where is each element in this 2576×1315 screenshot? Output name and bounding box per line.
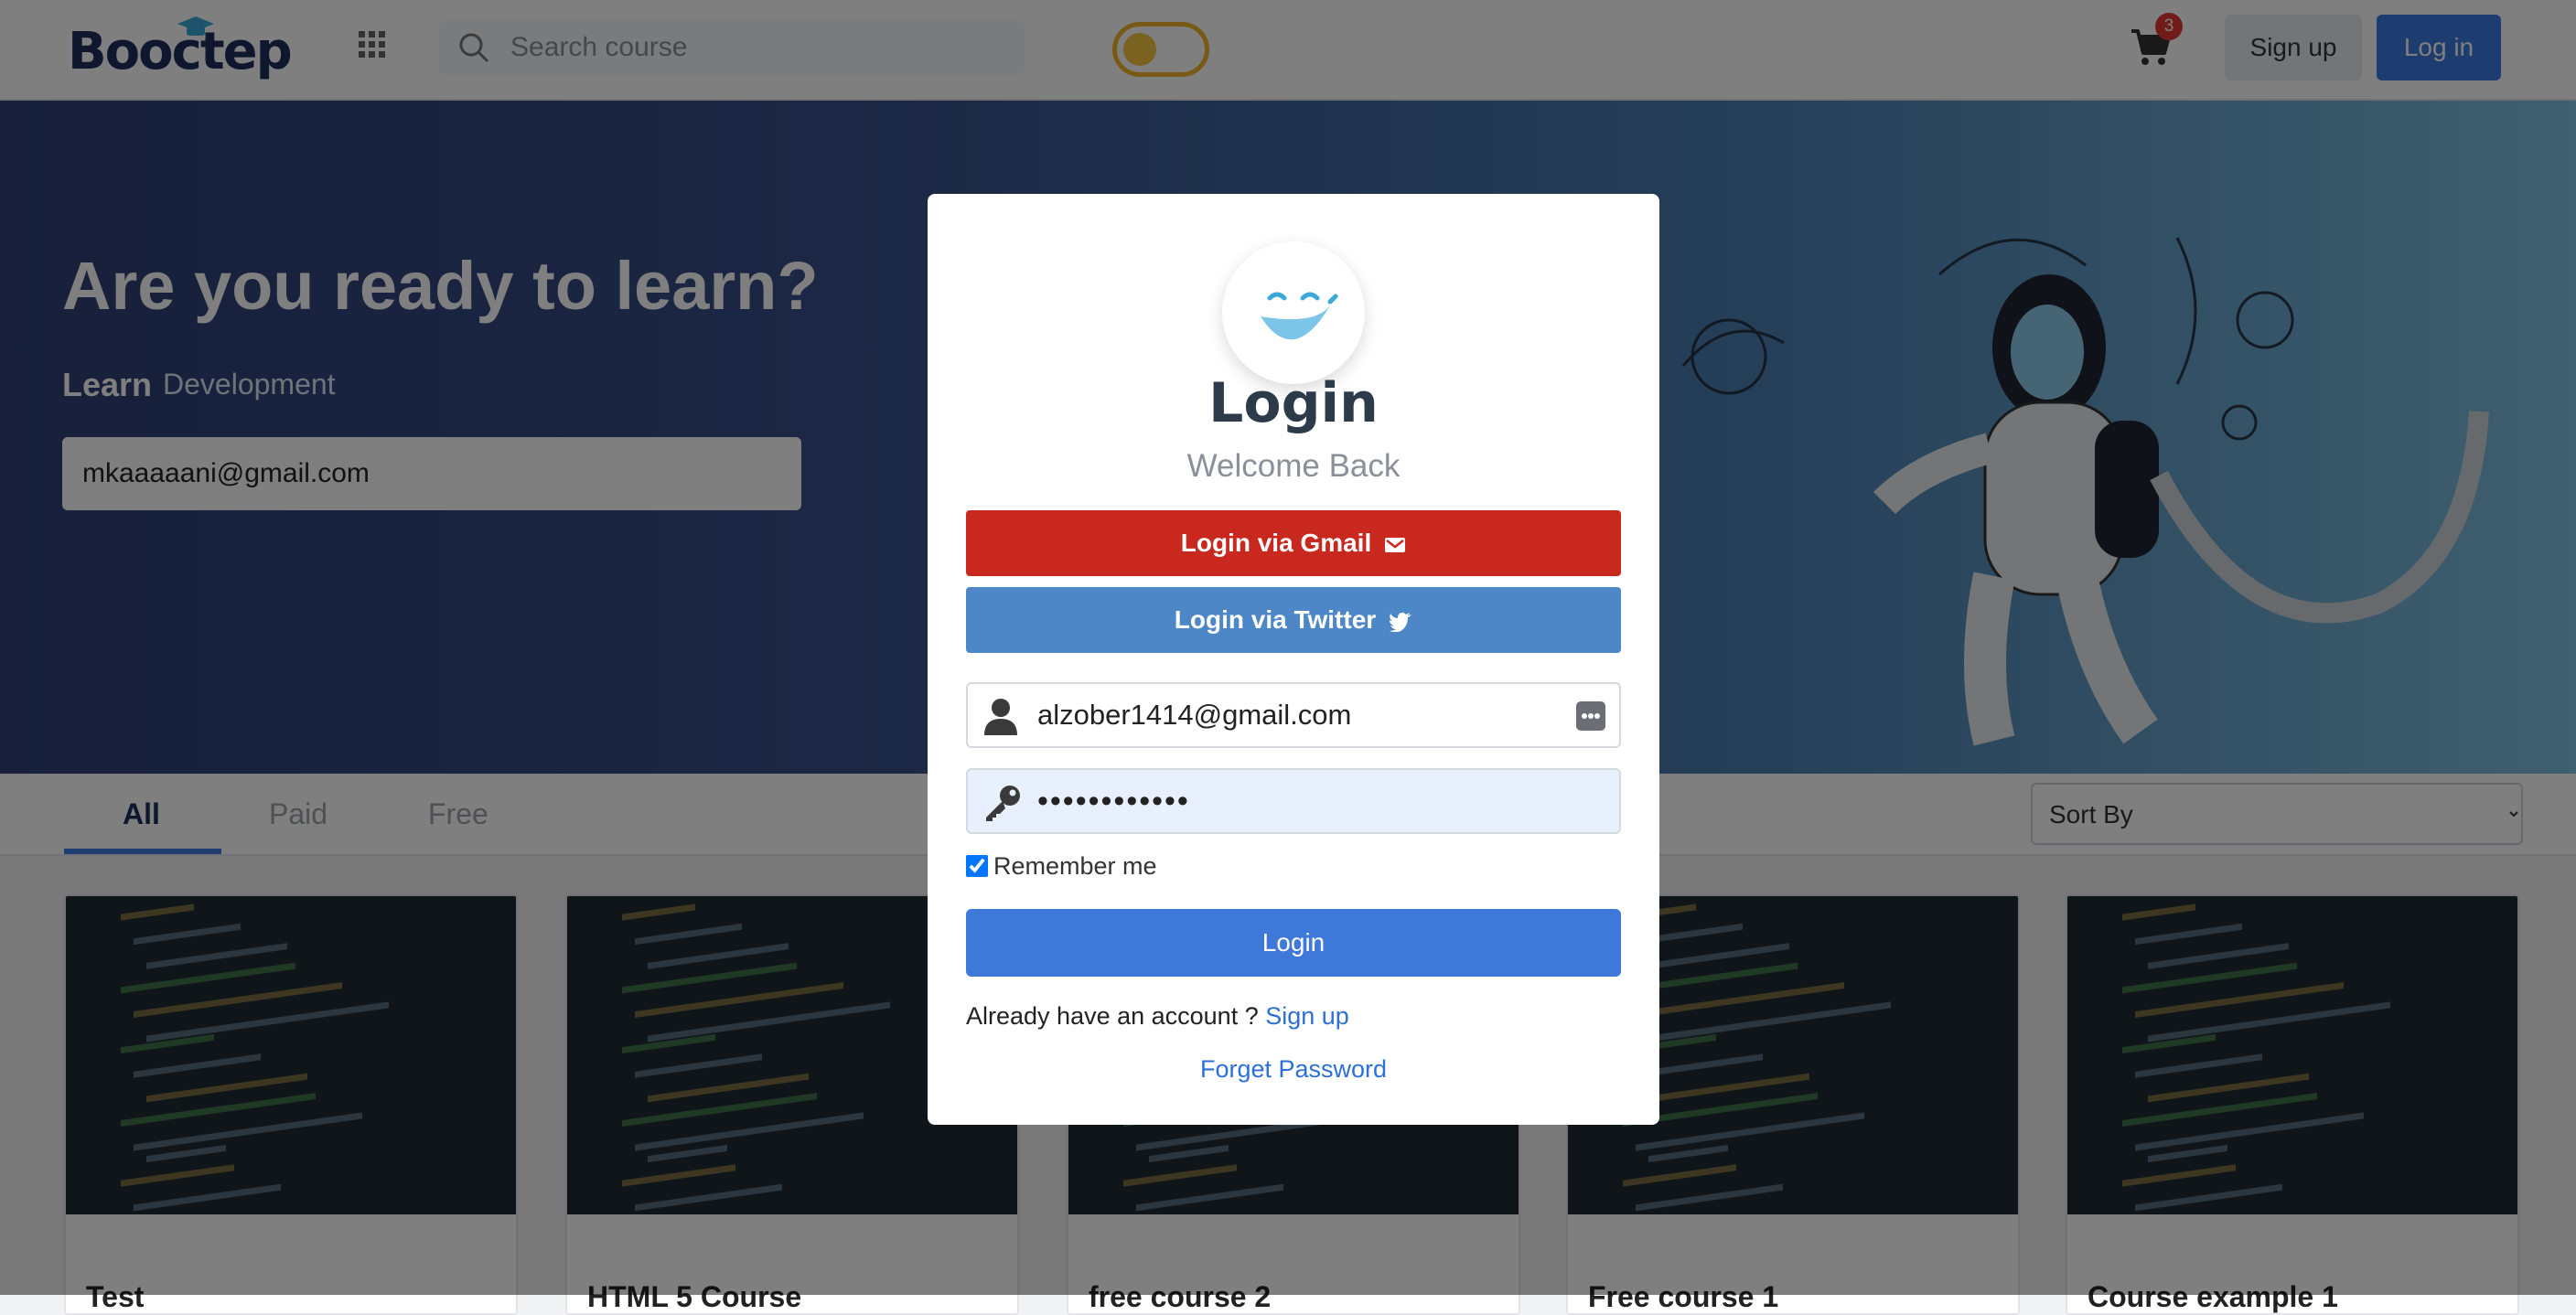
signup-prompt-text: Already have an account ? <box>966 1002 1259 1030</box>
mascot-avatar <box>1222 241 1365 384</box>
gmail-icon <box>1385 537 1406 552</box>
login-twitter-label: Login via Twitter <box>1174 605 1377 634</box>
remember-me-label: Remember me <box>993 852 1157 880</box>
password-manager-icon[interactable] <box>1575 700 1606 732</box>
key-icon <box>986 786 1020 821</box>
twitter-icon <box>1390 612 1412 632</box>
login-twitter-button[interactable]: Login via Twitter <box>966 587 1621 653</box>
modal-title: Login <box>1208 371 1379 435</box>
login-gmail-label: Login via Gmail <box>1180 529 1372 557</box>
remember-me-checkbox[interactable] <box>966 855 988 877</box>
signup-link[interactable]: Sign up <box>1265 1002 1349 1030</box>
remember-me[interactable]: Remember me <box>966 852 1157 881</box>
login-gmail-button[interactable]: Login via Gmail <box>966 510 1621 576</box>
wink-face-icon <box>1261 292 1338 340</box>
password-input[interactable] <box>1036 770 1584 832</box>
forget-password-link[interactable]: Forget Password <box>928 1055 1659 1084</box>
login-modal: Login Welcome Back Login via Gmail Login… <box>928 194 1659 1125</box>
user-icon <box>984 699 1017 735</box>
password-field <box>966 768 1621 834</box>
login-submit-button[interactable]: Login <box>966 909 1621 977</box>
email-input[interactable] <box>1036 684 1584 746</box>
email-field <box>966 682 1621 748</box>
modal-subtitle: Welcome Back <box>1186 448 1401 484</box>
signup-prompt: Already have an account ? Sign up <box>966 1002 1349 1031</box>
